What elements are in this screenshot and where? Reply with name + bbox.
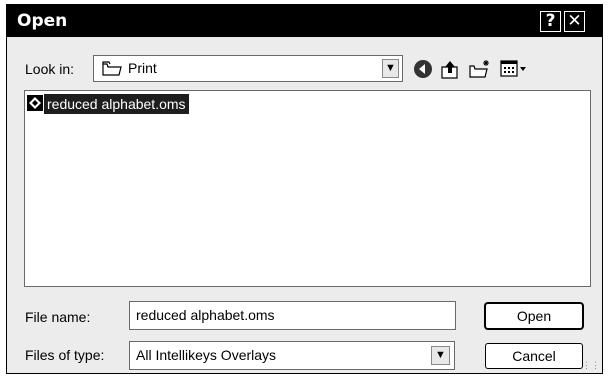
open-dialog: Open ? ✕ Look in: Print ▼ reduced alphab… (6, 4, 603, 374)
look-in-label: Look in: (25, 61, 75, 77)
close-button[interactable]: ✕ (564, 11, 585, 32)
folder-icon (102, 61, 122, 81)
look-in-value: Print (128, 60, 157, 76)
dialog-title: Open (17, 11, 68, 31)
chevron-down-icon[interactable]: ▼ (431, 346, 450, 365)
resize-grip-icon[interactable]: ⋮⋮ (582, 360, 600, 371)
chevron-down-icon[interactable]: ▼ (382, 59, 399, 78)
up-folder-icon[interactable] (439, 59, 461, 84)
back-icon[interactable] (413, 59, 433, 84)
file-name-field[interactable]: reduced alphabet.oms (129, 301, 456, 330)
open-button[interactable]: Open (485, 303, 583, 329)
file-name-label: reduced alphabet.oms (44, 94, 189, 114)
overlay-file-icon (27, 95, 43, 116)
views-menu-icon[interactable] (500, 59, 528, 84)
file-type-label: Files of type: (25, 347, 105, 363)
title-bar[interactable]: Open ? ✕ (7, 5, 602, 37)
file-type-select[interactable]: All Intellikeys Overlays ▼ (129, 341, 455, 370)
file-name-label: File name: (25, 309, 91, 325)
file-list[interactable]: reduced alphabet.oms (24, 90, 591, 287)
new-folder-icon[interactable] (469, 59, 491, 84)
help-button[interactable]: ? (540, 11, 561, 32)
cancel-button[interactable]: Cancel (485, 343, 583, 369)
look-in-combo[interactable]: Print ▼ (93, 55, 403, 82)
file-type-value: All Intellikeys Overlays (136, 347, 277, 363)
